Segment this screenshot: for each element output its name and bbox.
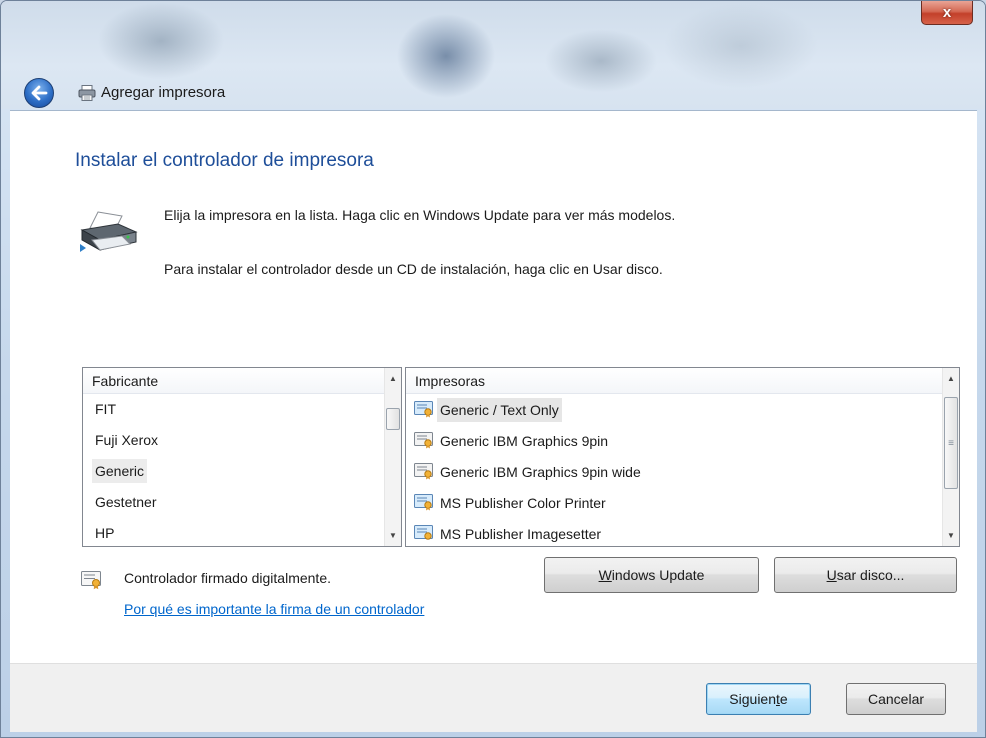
signed-driver-icon [414,401,433,418]
scroll-thumb[interactable] [386,408,400,430]
scroll-up-arrow-icon[interactable]: ▲ [385,370,401,387]
wizard-content: Instalar el controlador de impresora Eli… [10,110,977,664]
cancel-button[interactable]: Cancelar [846,683,946,715]
list-item-selected[interactable]: Generic / Text Only [406,394,644,425]
scroll-down-arrow-icon[interactable]: ▼ [385,527,401,544]
printer-list[interactable]: Impresoras Generic / Text Only Generic I… [405,367,960,547]
instruction-text: Para instalar el controlador desde un CD… [164,261,663,277]
list-item[interactable]: Generic IBM Graphics 9pin [406,425,644,456]
next-button[interactable]: Siguien t e [706,683,811,715]
signature-status: Controlador firmado digitalmente. [124,570,331,586]
printer-column-header[interactable]: Impresoras [406,368,943,394]
have-disk-button[interactable]: Usar disco... [774,557,957,593]
printer-items: Generic / Text Only Generic IBM Graphics… [406,394,644,546]
wizard-footer: Siguien t e Cancelar [10,663,977,732]
printer-icon [80,211,138,252]
page-title: Instalar el controlador de impresora [75,150,374,171]
signed-driver-icon [81,571,101,590]
signed-driver-icon [414,463,433,480]
printer-icon [78,85,96,101]
scroll-down-arrow-icon[interactable]: ▼ [943,527,959,544]
list-item-selected[interactable]: Generic [83,456,161,487]
add-printer-window: x Agregar impresora Instalar el controla… [0,0,986,738]
list-item[interactable]: Fuji Xerox [83,425,161,456]
printer-scrollbar[interactable]: ▲ ≡ ▼ [942,368,959,546]
list-item[interactable]: MS Publisher Color Printer [406,487,644,518]
signed-driver-icon [414,432,433,449]
scroll-thumb[interactable]: ≡ [944,397,958,489]
list-item[interactable]: Gestetner [83,487,161,518]
manufacturer-column-header[interactable]: Fabricante [83,368,385,394]
close-icon: x [942,4,952,21]
instruction-text: Elija la impresora en la lista. Haga cli… [164,207,676,223]
manufacturer-items: FIT Fuji Xerox Generic Gestetner HP [83,394,161,546]
manufacturer-scrollbar[interactable]: ▲ ▼ [384,368,401,546]
signature-help-link[interactable]: Por qué es importante la firma de un con… [124,601,424,617]
close-button[interactable]: x [921,1,973,25]
list-item[interactable]: MS Publisher Imagesetter [406,518,644,546]
list-item[interactable]: HP [83,518,161,546]
list-item[interactable]: Generic IBM Graphics 9pin wide [406,456,644,487]
signed-driver-icon [414,525,433,540]
back-arrow-icon [31,85,48,101]
manufacturer-list[interactable]: Fabricante FIT Fuji Xerox Generic Gestet… [82,367,402,547]
scroll-up-arrow-icon[interactable]: ▲ [943,370,959,387]
window-title: Agregar impresora [101,84,226,101]
windows-update-button[interactable]: Windows Update [544,557,759,593]
back-button[interactable] [24,78,54,108]
signed-driver-icon [414,494,433,511]
list-item[interactable]: FIT [83,394,161,425]
